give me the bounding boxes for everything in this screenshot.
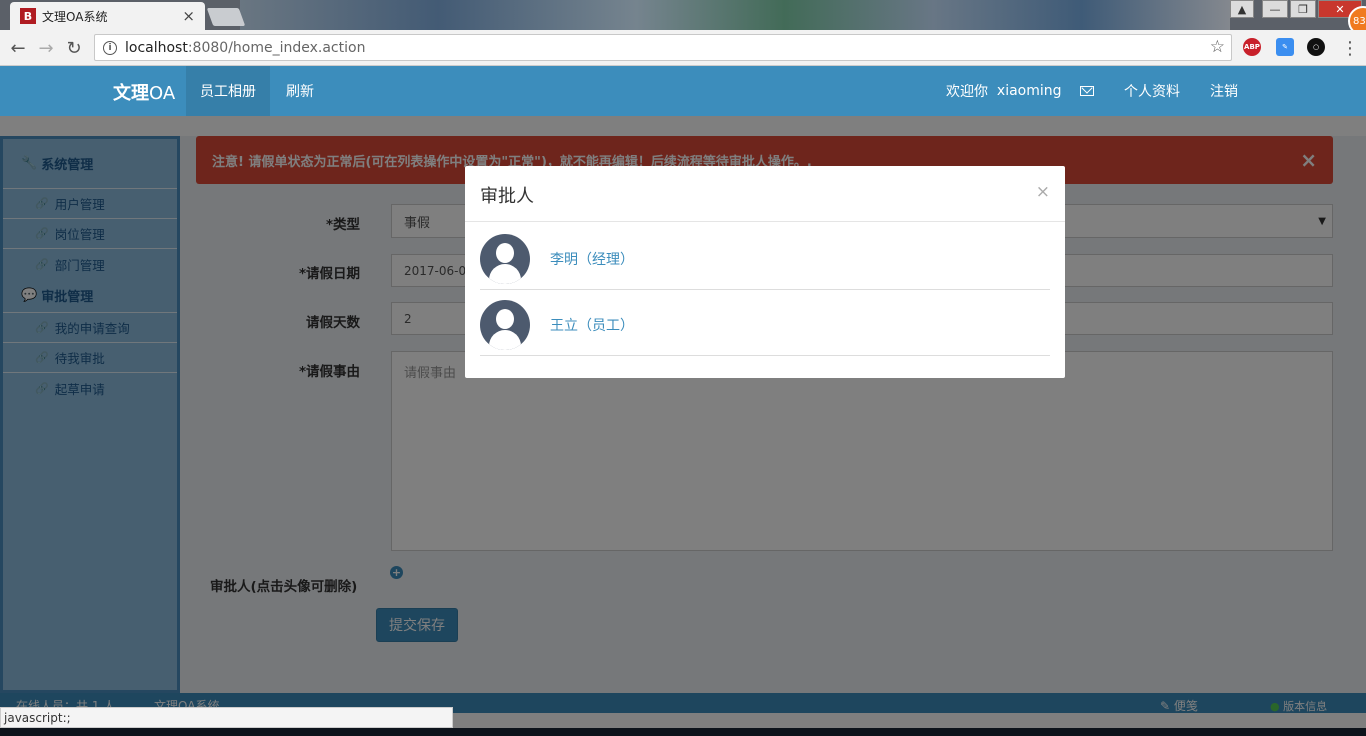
app-navbar: 文理OA 员工相册 刷新 欢迎你 xiaoming 个人资料 注销 bbox=[0, 66, 1366, 116]
browser-tabstrip: B 文理OA系统 × ▲ — ❐ ✕ bbox=[0, 0, 1366, 30]
nav-profile[interactable]: 个人资料 bbox=[1110, 66, 1194, 116]
menu-icon[interactable]: ⋮ bbox=[1338, 36, 1362, 60]
approver-option[interactable]: 王立（员工） bbox=[480, 294, 1050, 356]
browser-toolbar: ← → ↻ i localhost :8080/home_index.actio… bbox=[0, 30, 1366, 66]
nav-refresh[interactable]: 刷新 bbox=[272, 66, 328, 116]
reload-icon[interactable]: ↻ bbox=[62, 36, 86, 60]
modal-title: 审批人 bbox=[465, 166, 1065, 222]
user-icon[interactable]: ▲ bbox=[1230, 0, 1254, 18]
url-path: :8080/home_index.action bbox=[187, 39, 366, 56]
url-host: localhost bbox=[125, 39, 188, 56]
username: xiaoming bbox=[996, 83, 1062, 99]
approver-modal: 审批人 × 李明（经理） 王立（员工） bbox=[465, 166, 1065, 378]
approver-option[interactable]: 李明（经理） bbox=[480, 228, 1050, 290]
nav-logout[interactable]: 注销 bbox=[1196, 66, 1252, 116]
favicon-icon: B bbox=[20, 8, 36, 24]
mail-icon bbox=[1080, 86, 1094, 96]
avatar[interactable] bbox=[480, 233, 530, 284]
info-icon[interactable]: i bbox=[103, 40, 117, 55]
minimize-button[interactable]: — bbox=[1262, 0, 1288, 18]
address-bar[interactable]: i localhost :8080/home_index.action ☆ bbox=[94, 34, 1232, 61]
mail-button[interactable] bbox=[1066, 66, 1108, 116]
welcome-text: 欢迎你 xiaoming bbox=[946, 83, 1062, 100]
back-icon[interactable]: ← bbox=[6, 36, 30, 60]
extension-circle-icon[interactable]: ○ bbox=[1307, 38, 1325, 56]
brand-logo[interactable]: 文理OA bbox=[113, 79, 175, 105]
approver-name[interactable]: 王立（员工） bbox=[550, 315, 634, 335]
adblock-icon[interactable]: ABP bbox=[1243, 38, 1261, 56]
tab-title: 文理OA系统 bbox=[42, 9, 108, 24]
tab-close-icon[interactable]: × bbox=[182, 7, 195, 25]
approver-name[interactable]: 李明（经理） bbox=[550, 249, 634, 269]
browser-tab[interactable]: B 文理OA系统 × bbox=[10, 2, 205, 30]
browser-status-bar: javascript:; bbox=[0, 707, 453, 728]
new-tab-button[interactable] bbox=[206, 8, 246, 26]
forward-icon[interactable]: → bbox=[34, 36, 58, 60]
avatar[interactable] bbox=[480, 299, 530, 350]
maximize-button[interactable]: ❐ bbox=[1290, 0, 1316, 18]
bookmark-star-icon[interactable]: ☆ bbox=[1210, 37, 1225, 57]
nav-employee-album[interactable]: 员工相册 bbox=[186, 66, 270, 116]
taskbar-background bbox=[240, 0, 1230, 30]
extension-icon[interactable]: ✎ bbox=[1276, 38, 1294, 56]
modal-close-icon[interactable]: × bbox=[1036, 182, 1050, 202]
